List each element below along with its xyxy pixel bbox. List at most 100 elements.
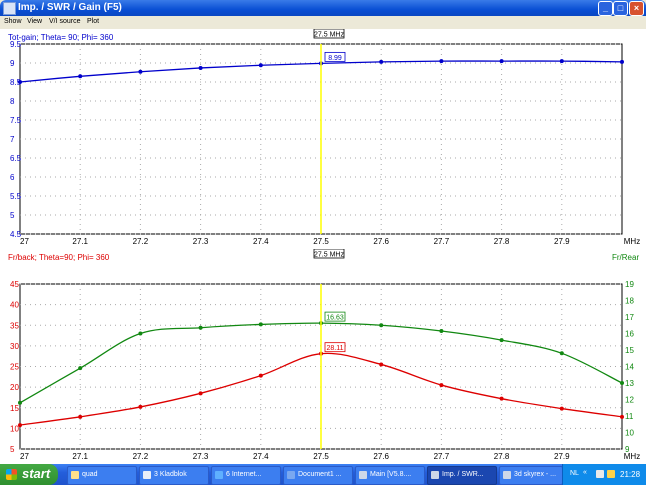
data-point <box>138 69 143 74</box>
y-right-tick-label: 9 <box>625 445 630 454</box>
task-label: 3 Kladblok <box>154 471 187 478</box>
chart-title: Tot-gain; Theta= 90; Phi= 360 <box>8 33 114 42</box>
task-label: 6 Internet... <box>226 471 262 478</box>
data-point <box>439 329 444 334</box>
data-point <box>499 396 504 401</box>
menu-show[interactable]: Show <box>4 18 22 25</box>
task-imp-swr[interactable]: Imp. / SWR... <box>427 466 497 485</box>
x-tick-label: 27.7 <box>434 452 450 461</box>
maximize-button[interactable]: □ <box>613 1 628 16</box>
y-right-tick-label: 14 <box>625 363 634 372</box>
chart-title: Fr/back; Theta=90; Phi= 360 <box>8 253 110 262</box>
data-point <box>198 391 203 396</box>
data-point <box>138 404 143 409</box>
taskbar: start quad 3 Kladblok 6 Internet... Docu… <box>0 464 646 485</box>
task-label: Document1 ... <box>298 471 342 478</box>
x-tick-label: 27.6 <box>373 452 389 461</box>
volume-icon[interactable] <box>607 470 615 478</box>
close-button[interactable]: × <box>629 1 644 16</box>
y-tick-label: 9 <box>10 59 15 68</box>
y-right-tick-label: 15 <box>625 346 634 355</box>
y-tick-label: 4.5 <box>10 230 22 239</box>
y-tick-label: 6 <box>10 173 15 182</box>
y-right-tick-label: 16 <box>625 330 634 339</box>
cursor-value-label: 8.99 <box>328 55 342 62</box>
data-point <box>559 406 564 411</box>
y-tick-label: 8 <box>10 97 15 106</box>
y-tick-label: 7.5 <box>10 116 22 125</box>
x-tick-label: 27.5 <box>313 452 329 461</box>
title-bar[interactable]: Imp. / SWR / Gain (F5) _ □ × <box>0 0 646 16</box>
x-tick-label: 27.1 <box>72 452 88 461</box>
data-point <box>620 59 624 64</box>
app-window-icon <box>503 471 511 479</box>
x-tick-label: 27 <box>20 452 29 461</box>
language-indicator[interactable]: NL <box>570 470 579 477</box>
y-right-tick-label: 13 <box>625 379 634 388</box>
system-tray: NL « 21:28 <box>562 464 646 485</box>
start-label: start <box>22 466 51 481</box>
task-label: Imp. / SWR... <box>442 471 484 478</box>
menu-vi-source[interactable]: V/I source <box>49 18 81 25</box>
y-right-tick-label: 12 <box>625 396 634 405</box>
cursor-frequency-label: 27.5 MHz <box>314 252 344 259</box>
y-tick-label: 30 <box>10 342 19 351</box>
data-point <box>138 331 143 336</box>
x-tick-label: 27.7 <box>434 237 450 246</box>
x-tick-label: 27.5 <box>313 237 329 246</box>
x-tick-label: 27 <box>20 237 29 246</box>
data-point <box>258 373 263 378</box>
y-tick-label: 5 <box>10 211 15 220</box>
browser-icon <box>215 471 223 479</box>
x-tick-label: 27.3 <box>193 237 209 246</box>
windows-logo-icon <box>6 469 17 480</box>
task-internet[interactable]: 6 Internet... <box>211 466 281 485</box>
y-right-tick-label: 19 <box>625 280 634 289</box>
y-tick-label: 10 <box>10 424 19 433</box>
word-icon <box>287 471 295 479</box>
start-button[interactable]: start <box>0 464 58 485</box>
notepad-icon <box>143 471 151 479</box>
x-tick-label: 27.9 <box>554 452 570 461</box>
data-point <box>78 366 83 371</box>
y-tick-label: 20 <box>10 383 19 392</box>
menu-view[interactable]: View <box>27 18 42 25</box>
data-point <box>620 381 624 385</box>
x-tick-label: 27.1 <box>72 237 88 246</box>
y-tick-label: 45 <box>10 280 19 289</box>
task-3d-skyrex[interactable]: 3d skyrex - ... <box>499 466 563 485</box>
data-point <box>559 351 564 356</box>
data-point <box>620 414 624 419</box>
app-window-icon <box>431 471 439 479</box>
menu-plot[interactable]: Plot <box>87 18 99 25</box>
x-tick-label: 27.9 <box>554 237 570 246</box>
task-label: Main [V5.8.... <box>370 471 412 478</box>
minimize-button[interactable]: _ <box>598 1 613 16</box>
data-point <box>258 63 263 68</box>
task-main[interactable]: Main [V5.8.... <box>355 466 425 485</box>
y-tick-label: 5 <box>10 445 15 454</box>
cursor-frequency-label: 27.5 MHz <box>314 32 344 39</box>
app-window: Imp. / SWR / Gain (F5) _ □ × Show View V… <box>0 0 646 485</box>
tray-expand-icon[interactable]: « <box>583 469 587 476</box>
x-tick-label: 27.2 <box>133 452 149 461</box>
network-icon[interactable] <box>596 470 604 478</box>
task-document1[interactable]: Document1 ... <box>283 466 353 485</box>
data-point <box>18 80 22 84</box>
y-tick-label: 40 <box>10 301 19 310</box>
data-point <box>18 423 22 428</box>
front-back-chart[interactable]: 27 27.1 27.2 27.3 27.4 27.5 27.6 27.7 27.8 27.9 MH… <box>0 249 646 464</box>
y-right-tick-label: 11 <box>625 412 634 421</box>
window-title: Imp. / SWR / Gain (F5) <box>18 2 122 13</box>
x-tick-label: 27.4 <box>253 237 269 246</box>
right-axis-title: Fr/Rear <box>612 253 639 262</box>
data-point <box>18 400 22 405</box>
data-point <box>499 338 504 343</box>
task-kladblok[interactable]: 3 Kladblok <box>139 466 209 485</box>
y-tick-label: 6.5 <box>10 154 22 163</box>
task-quad[interactable]: quad <box>67 466 137 485</box>
x-tick-label: 27.8 <box>494 237 510 246</box>
cursor-value-label: 28.11 <box>327 345 344 352</box>
gain-chart[interactable]: 27 27.1 27.2 27.3 27.4 27.5 27.6 27.7 27.8 27.9 MH… <box>0 29 646 249</box>
x-tick-label: 27.8 <box>494 452 510 461</box>
